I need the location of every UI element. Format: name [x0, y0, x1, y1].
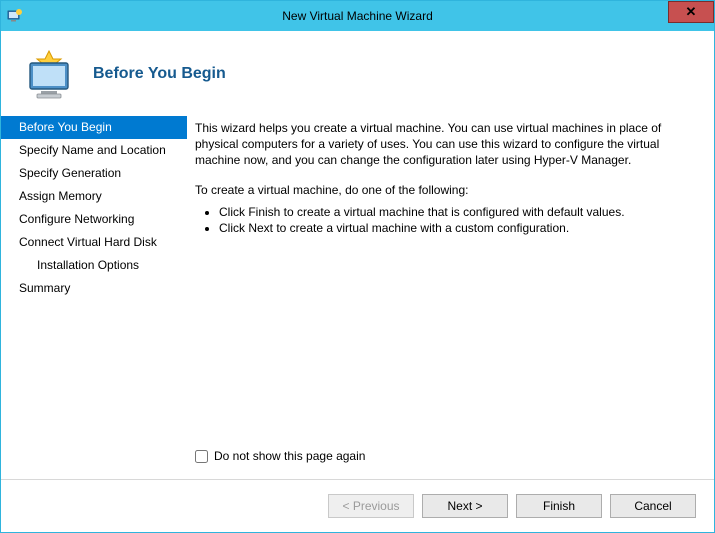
step-item[interactable]: Summary [1, 277, 187, 300]
close-icon: ✕ [686, 4, 697, 20]
wizard-header: Before You Begin [1, 31, 714, 106]
step-item[interactable]: Specify Name and Location [1, 139, 187, 162]
wizard-footer: < Previous Next > Finish Cancel [1, 479, 714, 532]
close-button[interactable]: ✕ [668, 1, 714, 23]
step-label: Before You Begin [19, 120, 112, 134]
list-item: Click Finish to create a virtual machine… [219, 204, 692, 220]
step-label: Installation Options [37, 258, 139, 272]
step-label: Specify Generation [19, 166, 121, 180]
app-icon [7, 8, 23, 24]
page-title: Before You Begin [93, 65, 226, 83]
step-item[interactable]: Configure Networking [1, 208, 187, 231]
wizard-window: New Virtual Machine Wizard ✕ Before You … [0, 0, 715, 533]
previous-button: < Previous [328, 494, 414, 518]
main-content: This wizard helps you create a virtual m… [187, 106, 714, 479]
step-label: Connect Virtual Hard Disk [19, 235, 157, 249]
dont-show-again-row[interactable]: Do not show this page again [195, 449, 692, 463]
finish-button[interactable]: Finish [516, 494, 602, 518]
step-item[interactable]: Before You Begin [1, 116, 187, 139]
step-item[interactable]: Installation Options [1, 254, 187, 277]
vm-monitor-icon [21, 47, 75, 101]
list-item: Click Next to create a virtual machine w… [219, 220, 692, 236]
subhead-text: To create a virtual machine, do one of t… [195, 182, 692, 198]
step-label: Specify Name and Location [19, 143, 166, 157]
step-item[interactable]: Specify Generation [1, 162, 187, 185]
step-label: Summary [19, 281, 70, 295]
step-label: Assign Memory [19, 189, 102, 203]
titlebar: New Virtual Machine Wizard ✕ [1, 1, 714, 31]
cancel-button[interactable]: Cancel [610, 494, 696, 518]
next-button[interactable]: Next > [422, 494, 508, 518]
dont-show-again-checkbox[interactable] [195, 450, 208, 463]
intro-text: This wizard helps you create a virtual m… [195, 120, 692, 168]
dont-show-again-label: Do not show this page again [214, 449, 365, 463]
step-item[interactable]: Connect Virtual Hard Disk [1, 231, 187, 254]
step-sidebar: Before You Begin Specify Name and Locatio… [1, 106, 187, 479]
options-list: Click Finish to create a virtual machine… [195, 204, 692, 236]
window-title: New Virtual Machine Wizard [1, 9, 714, 23]
step-label: Configure Networking [19, 212, 134, 226]
step-item[interactable]: Assign Memory [1, 185, 187, 208]
wizard-body: Before You Begin Specify Name and Locatio… [1, 106, 714, 479]
